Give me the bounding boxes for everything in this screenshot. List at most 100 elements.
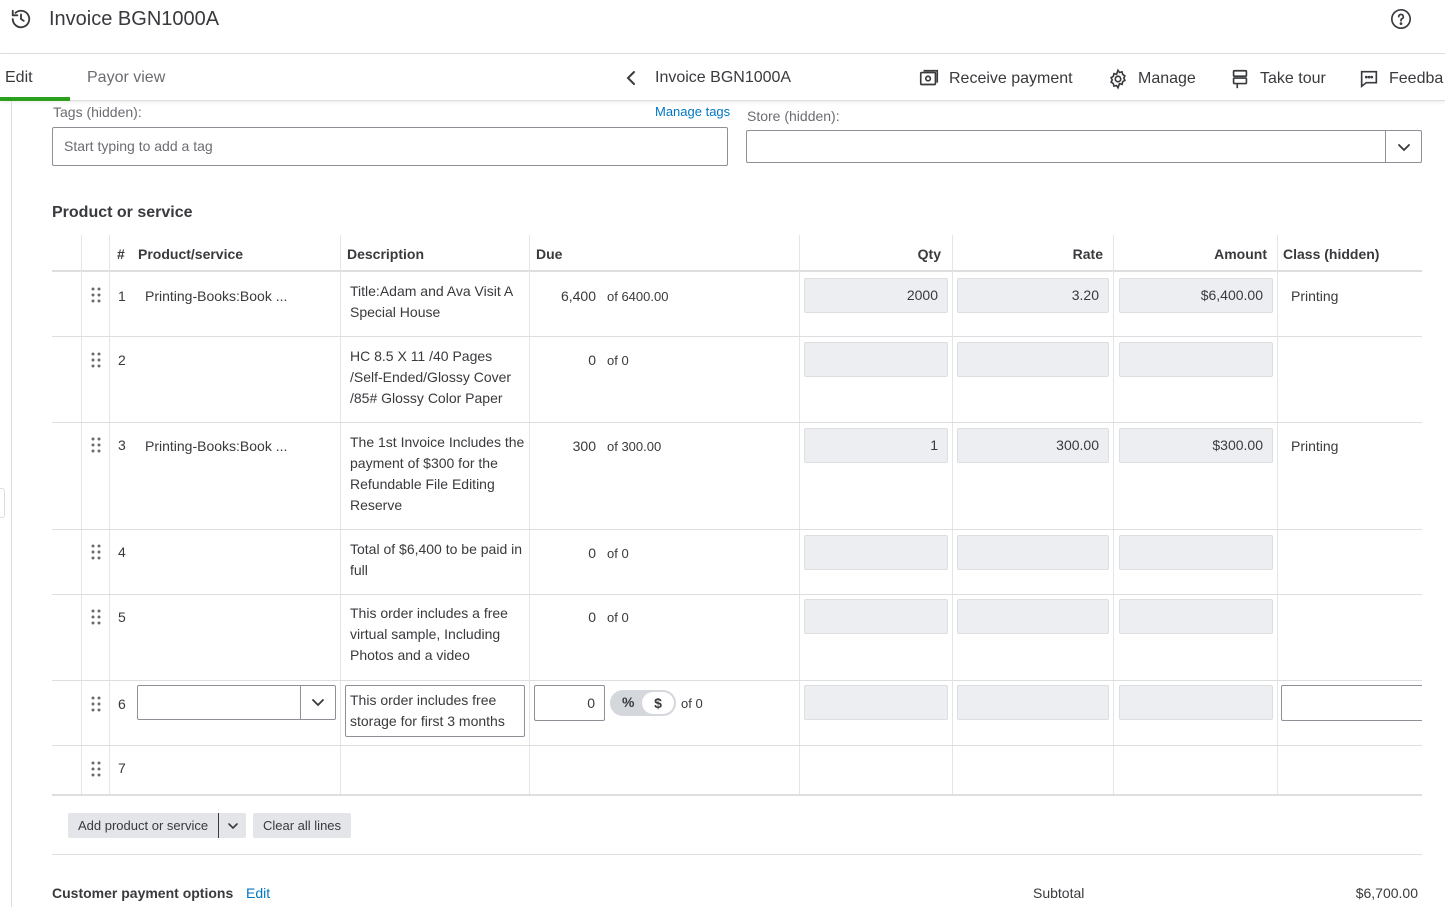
add-product-split-button: Add product or service <box>68 813 247 838</box>
tab-edit[interactable]: Edit <box>5 69 33 87</box>
row-amount[interactable] <box>1119 599 1273 634</box>
tab-bar: Edit Payor view Invoice BGN1000A Receive… <box>0 55 1445 101</box>
manage-button[interactable]: Manage <box>1107 66 1196 92</box>
page-title: Invoice BGN1000A <box>49 8 220 30</box>
row-due[interactable]: 300 <box>536 438 596 454</box>
payment-options-edit-link[interactable]: Edit <box>246 885 270 901</box>
col-due: Due <box>536 246 563 262</box>
row-rate[interactable]: 300.00 <box>957 428 1109 463</box>
row-product[interactable]: Printing-Books:Book ... <box>145 288 287 304</box>
clear-all-lines-button[interactable]: Clear all lines <box>253 813 352 838</box>
row-due[interactable]: 0 <box>536 352 596 368</box>
row-rate[interactable] <box>957 535 1109 570</box>
row-amount[interactable]: $300.00 <box>1119 428 1273 463</box>
product-dropdown-toggle[interactable] <box>300 686 335 719</box>
table-row[interactable]: 4 Total of $6,400 to be paid in full 0 o… <box>52 530 1422 595</box>
take-tour-button[interactable]: Take tour <box>1229 66 1326 92</box>
percent-dollar-toggle[interactable]: % $ <box>610 690 676 716</box>
table-row[interactable]: 3 Printing-Books:Book ... The 1st Invoic… <box>52 423 1422 530</box>
row-number: 5 <box>118 609 126 625</box>
row-qty[interactable] <box>804 342 948 377</box>
class-input[interactable] <box>1281 685 1422 721</box>
table-row[interactable]: 5 This order includes a free virtual sam… <box>52 595 1422 681</box>
row-number: 2 <box>118 352 126 368</box>
panel-collapse-handle[interactable] <box>0 488 5 518</box>
store-label: Store (hidden): <box>747 108 840 124</box>
manage-tags-link[interactable]: Manage tags <box>655 104 730 119</box>
chevron-down-icon <box>228 823 238 830</box>
add-product-menu-button[interactable] <box>218 813 247 838</box>
feedback-button[interactable]: Feedba <box>1358 66 1443 92</box>
row-due-of: of 0 <box>607 610 629 625</box>
row-due-of: of 300.00 <box>607 439 662 454</box>
row-number: 4 <box>118 544 126 560</box>
product-select[interactable] <box>137 685 336 720</box>
title-bar: Invoice BGN1000A <box>0 0 1445 54</box>
col-rate: Rate <box>1072 246 1103 262</box>
row-number: 7 <box>118 760 126 776</box>
row-due[interactable]: 0 <box>536 545 596 561</box>
drag-handle-icon[interactable] <box>90 352 102 368</box>
row-number: 1 <box>118 288 126 304</box>
tags-input[interactable]: Start typing to add a tag <box>52 127 728 166</box>
dollar-option[interactable]: $ <box>642 692 674 714</box>
drag-handle-icon[interactable] <box>90 609 102 625</box>
subtotal-label: Subtotal <box>1033 885 1085 901</box>
drag-handle-icon[interactable] <box>90 696 102 712</box>
row-qty[interactable]: 2000 <box>804 278 948 313</box>
percent-option[interactable]: % <box>622 694 634 710</box>
row-class[interactable]: Printing <box>1291 288 1338 304</box>
store-dropdown-toggle[interactable] <box>1385 131 1421 162</box>
row-qty[interactable] <box>804 685 948 720</box>
row-description[interactable]: Title:Adam and Ava Visit A Special House <box>350 281 526 323</box>
store-select[interactable] <box>746 130 1422 163</box>
row-amount[interactable] <box>1119 342 1273 377</box>
left-panel-edge <box>11 101 12 907</box>
col-product: Product/service <box>138 246 244 262</box>
drag-handle-icon[interactable] <box>90 437 102 453</box>
row-qty[interactable]: 1 <box>804 428 948 463</box>
receive-payment-label: Receive payment <box>949 70 1073 87</box>
add-product-button[interactable]: Add product or service <box>68 813 219 838</box>
subtotal-value: $6,700.00 <box>1355 885 1418 901</box>
col-qty: Qty <box>917 246 941 262</box>
row-due[interactable]: 6,400 <box>536 288 596 304</box>
due-input[interactable]: 0 <box>534 685 605 721</box>
col-class: Class (hidden) <box>1283 246 1380 262</box>
row-product[interactable]: Printing-Books:Book ... <box>145 438 287 454</box>
row-amount[interactable] <box>1119 685 1273 720</box>
row-rate[interactable]: 3.20 <box>957 278 1109 313</box>
chevron-left-icon[interactable] <box>623 68 639 88</box>
table-row[interactable]: 1 Printing-Books:Book ... Title:Adam and… <box>52 272 1422 337</box>
row-description[interactable]: The 1st Invoice Includes the payment of … <box>350 432 526 516</box>
row-qty[interactable] <box>804 599 948 634</box>
row-description[interactable]: HC 8.5 X 11 /40 Pages /Self-Ended/Glossy… <box>350 346 526 409</box>
payment-options-title: Customer payment options <box>52 885 234 901</box>
row-qty[interactable] <box>804 535 948 570</box>
row-amount[interactable] <box>1119 535 1273 570</box>
drag-handle-icon[interactable] <box>90 287 102 303</box>
row-due[interactable]: 0 <box>536 609 596 625</box>
drag-handle-icon[interactable] <box>90 761 102 777</box>
row-due-of: of 0 <box>607 353 629 368</box>
section-title: Product or service <box>52 204 193 221</box>
row-amount[interactable]: $6,400.00 <box>1119 278 1273 313</box>
row-rate[interactable] <box>957 599 1109 634</box>
row-rate[interactable] <box>957 685 1109 720</box>
receive-payment-button[interactable]: Receive payment <box>918 66 1073 92</box>
row-description[interactable]: Total of $6,400 to be paid in full <box>350 539 526 581</box>
table-row[interactable]: 7 <box>52 746 1422 794</box>
table-bottom-border <box>52 794 1422 796</box>
help-icon[interactable] <box>1390 8 1412 30</box>
col-amount: Amount <box>1214 246 1267 262</box>
drag-handle-icon[interactable] <box>90 544 102 560</box>
table-row[interactable]: 2 HC 8.5 X 11 /40 Pages /Self-Ended/Glos… <box>52 337 1422 423</box>
receive-payment-icon <box>919 69 939 86</box>
row-class[interactable]: Printing <box>1291 438 1338 454</box>
row-rate[interactable] <box>957 342 1109 377</box>
description-textarea[interactable]: This order includes free storage for fir… <box>345 685 525 737</box>
tab-payor-view[interactable]: Payor view <box>87 69 165 87</box>
history-icon[interactable] <box>10 8 32 30</box>
table-row-editing[interactable]: 6 This order includes free storage for f… <box>52 681 1422 746</box>
row-description[interactable]: This order includes a free virtual sampl… <box>350 603 526 666</box>
